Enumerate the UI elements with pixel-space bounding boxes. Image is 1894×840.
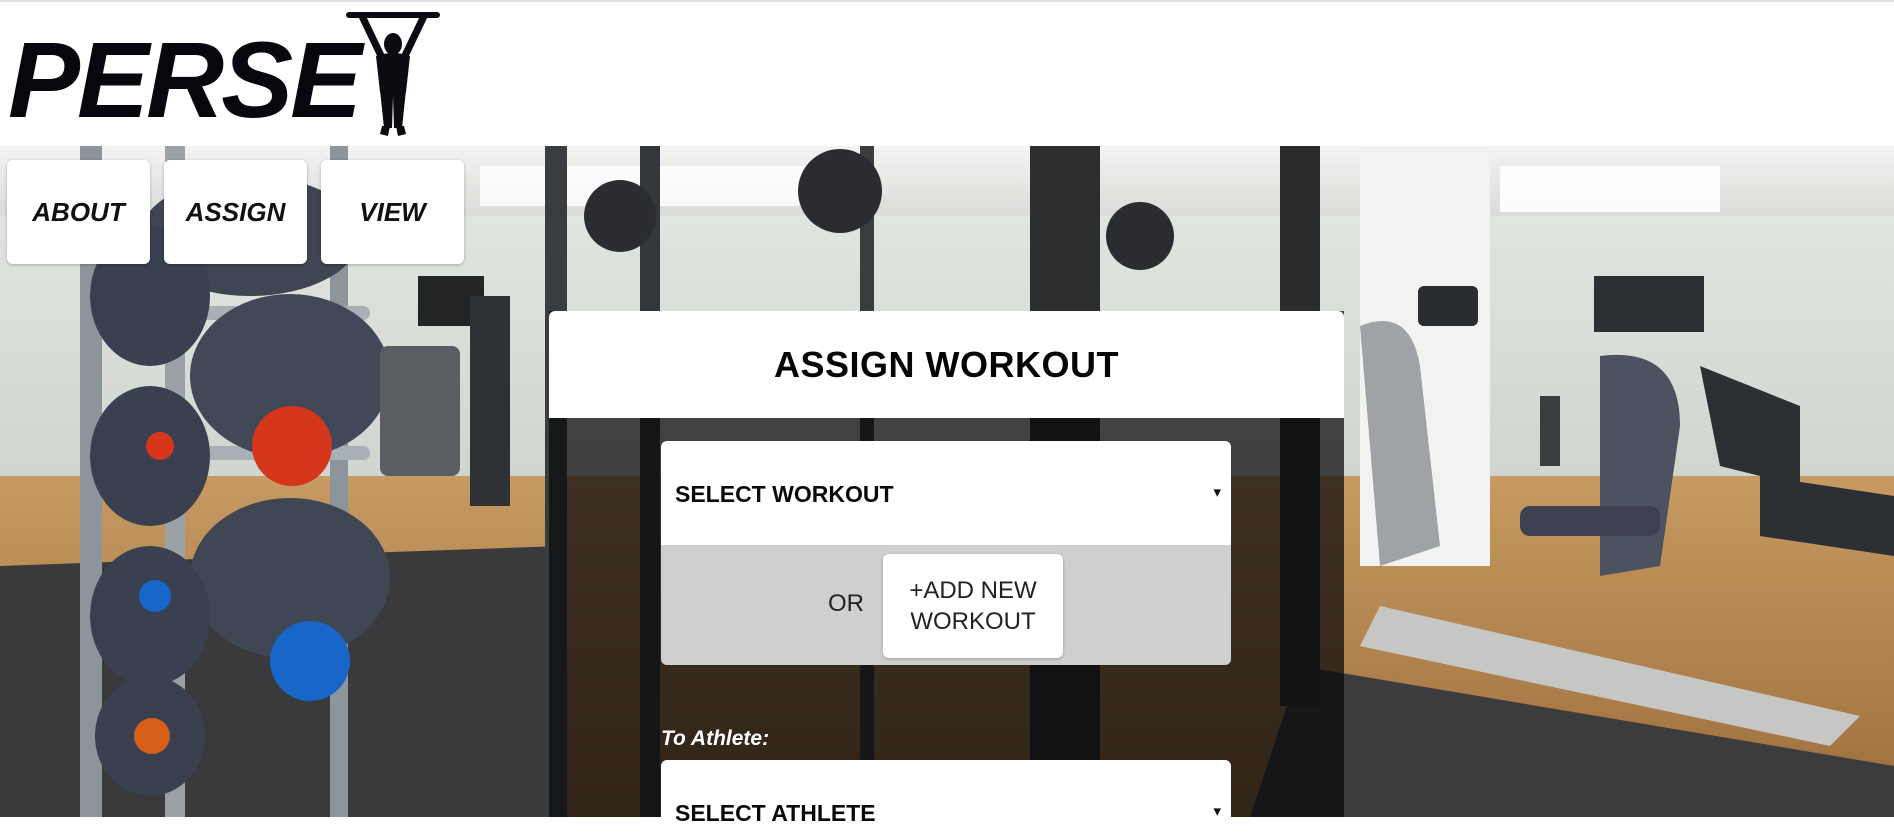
select-workout-dropdown[interactable]: SELECT WORKOUT ▾ xyxy=(661,441,1231,545)
select-athlete-value: SELECT ATHLETE xyxy=(675,800,876,826)
chevron-down-icon: ▾ xyxy=(1213,803,1221,820)
select-workout-value: SELECT WORKOUT xyxy=(675,481,894,507)
nav-assign-button[interactable]: ASSIGN xyxy=(164,160,307,264)
or-row: OR +ADD NEW WORKOUT xyxy=(661,545,1231,665)
page-title: ASSIGN WORKOUT xyxy=(774,343,1119,385)
pull-up-figure-icon xyxy=(346,12,440,136)
nav-about-button[interactable]: ABOUT xyxy=(7,160,150,264)
main-nav: ABOUT ASSIGN VIEW xyxy=(7,160,464,264)
logo[interactable]: PERSE xyxy=(8,12,440,140)
logo-text: PERSE xyxy=(8,19,362,140)
add-new-workout-label: +ADD NEW WORKOUT xyxy=(909,577,1037,635)
chevron-down-icon: ▾ xyxy=(1213,484,1221,501)
add-new-workout-button[interactable]: +ADD NEW WORKOUT xyxy=(883,554,1063,658)
athlete-label: To Athlete: xyxy=(661,727,770,750)
select-athlete-dropdown[interactable]: SELECT ATHLETE ▾ xyxy=(661,760,1231,840)
site-header: PERSE xyxy=(0,2,1894,146)
nav-view-button[interactable]: VIEW xyxy=(321,160,464,264)
or-label: OR xyxy=(828,590,864,617)
panel-header: ASSIGN WORKOUT xyxy=(549,311,1344,418)
assign-workout-panel: ASSIGN WORKOUT SELECT WORKOUT ▾ OR +ADD … xyxy=(549,311,1344,840)
